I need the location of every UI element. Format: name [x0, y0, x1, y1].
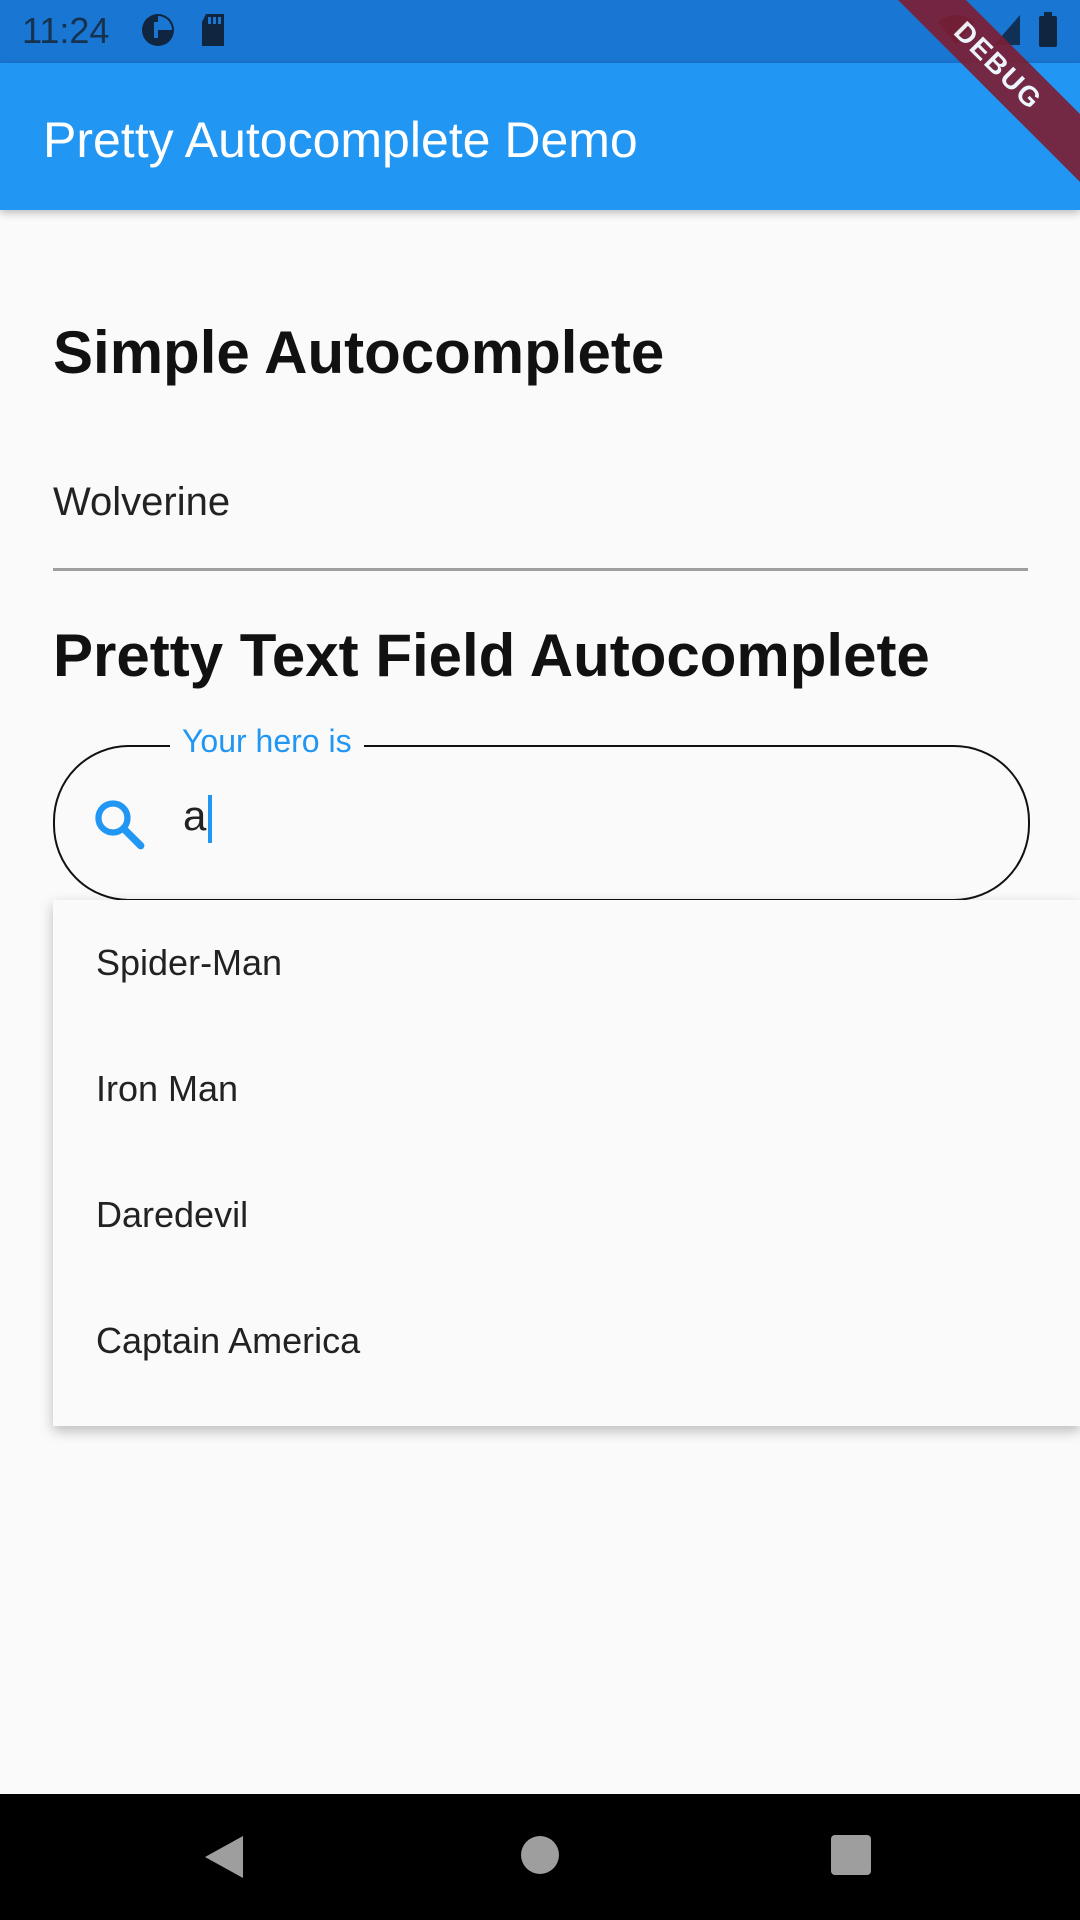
back-icon[interactable]	[203, 1834, 247, 1880]
sd-card-icon	[202, 14, 224, 46]
pretty-field-label: Your hero is	[170, 723, 364, 760]
suggestion-item-spider-man[interactable]: Spider-Man	[96, 942, 282, 984]
simple-input-value: Wolverine	[53, 480, 231, 524]
pretty-field-value-wrap: a	[183, 792, 213, 843]
pretty-autocomplete-title: Pretty Text Field Autocomplete	[53, 622, 930, 689]
app-title: Pretty Autocomplete Demo	[43, 112, 638, 168]
app-bar: Pretty Autocomplete Demo	[0, 63, 1080, 210]
suggestion-item-daredevil[interactable]: Daredevil	[96, 1194, 248, 1236]
status-time: 11:24	[22, 10, 110, 51]
suggestion-dropdown: Spider-Man Iron Man Daredevil Captain Am…	[53, 900, 1080, 1426]
pie-icon	[142, 14, 174, 46]
simple-autocomplete-input[interactable]: Wolverine	[53, 470, 1028, 571]
suggestion-item-captain-america[interactable]: Captain America	[96, 1320, 360, 1362]
status-left-icons	[140, 12, 228, 48]
simple-autocomplete-title: Simple Autocomplete	[53, 319, 665, 386]
search-icon	[95, 800, 145, 850]
pretty-autocomplete-input[interactable]: Your hero is a	[53, 723, 1030, 901]
suggestion-item-iron-man[interactable]: Iron Man	[96, 1068, 238, 1110]
recents-icon[interactable]	[830, 1834, 872, 1876]
pretty-field-value: a	[183, 792, 207, 839]
text-caret	[208, 794, 213, 843]
home-icon[interactable]	[519, 1834, 561, 1876]
system-nav-bar	[0, 1794, 1080, 1920]
battery-icon	[1039, 12, 1057, 47]
